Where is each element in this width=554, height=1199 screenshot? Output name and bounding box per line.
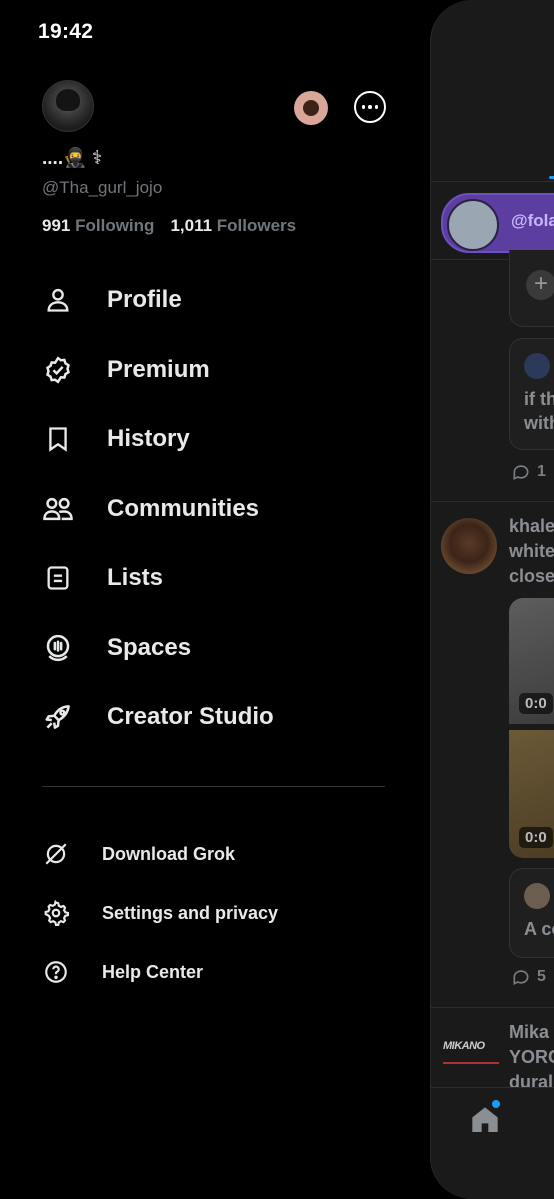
menu-item-label: Creator Studio [107, 703, 274, 730]
tweet-text: YORC [509, 1047, 554, 1067]
menu-item-label: Spaces [107, 634, 192, 661]
menu-item-label: Download Grok [102, 843, 236, 864]
quoted-text: with [524, 413, 554, 433]
menu-item-communities[interactable]: Communities [42, 484, 259, 534]
menu-divider [42, 786, 385, 787]
people-icon [42, 493, 74, 525]
timeline-divider [431, 1007, 554, 1008]
user-handle[interactable]: @Tha_gurl_jojo [42, 178, 162, 198]
tweet-text: close [509, 566, 554, 586]
grok-icon [42, 840, 70, 868]
quoted-avatar [524, 353, 550, 379]
video-thumbnail[interactable]: 0:0 [509, 598, 554, 724]
rocket-icon [42, 701, 74, 733]
bookmark-icon [42, 423, 74, 455]
reply-count[interactable]: 1 [511, 462, 546, 482]
tweet-text: khale [509, 516, 554, 536]
menu-item-history[interactable]: History [42, 414, 190, 464]
verified-badge-icon [42, 354, 74, 386]
space-host-handle: @fola [511, 211, 554, 230]
timeline-divider [431, 181, 554, 182]
following-label: Following [75, 216, 155, 235]
menu-item-help-center[interactable]: Help Center [42, 955, 203, 989]
notification-dot [492, 1100, 500, 1108]
menu-item-profile[interactable]: Profile [42, 275, 182, 325]
tweet-avatar-logo[interactable]: MIKANO [443, 1040, 499, 1064]
menu-item-creator-studio[interactable]: Creator Studio [42, 692, 274, 742]
account-switcher-avatar[interactable] [294, 91, 328, 125]
display-name[interactable]: ....🥷 ⚕ [42, 146, 102, 170]
followers-count: 1,011 [170, 216, 213, 235]
quoted-tweet-card[interactable]: if th with [509, 338, 554, 450]
menu-item-spaces[interactable]: Spaces [42, 623, 191, 673]
timeline-overlay[interactable]: @fola + if th with 1 khale white close 0… [430, 0, 554, 1199]
person-icon [42, 284, 74, 316]
following-link[interactable]: 991 Following [42, 216, 154, 236]
menu-item-download-grok[interactable]: Download Grok [42, 837, 235, 871]
quoted-avatar [524, 883, 550, 909]
gear-icon [42, 899, 70, 927]
plus-icon: + [526, 270, 554, 300]
clock: 19:42 [38, 20, 94, 43]
microphone-icon [42, 632, 74, 664]
reply-icon [513, 465, 529, 481]
follow-stats: 991 Following 1,011 Followers [42, 216, 296, 236]
menu-item-label: Profile [107, 286, 182, 313]
video-thumbnail[interactable]: 0:0 [509, 730, 554, 858]
menu-item-lists[interactable]: Lists [42, 553, 163, 603]
home-icon[interactable] [469, 1104, 501, 1136]
menu-item-label: Settings and privacy [102, 902, 279, 923]
menu-item-label: Premium [107, 356, 210, 383]
live-space-pill[interactable]: @fola [441, 193, 554, 253]
reply-count-value: 5 [537, 968, 546, 985]
list-icon [42, 562, 74, 594]
tweet-text: Mika [509, 1022, 550, 1042]
more-options-button[interactable] [354, 91, 386, 123]
quoted-tweet-card[interactable]: A co [509, 868, 554, 958]
timeline-divider [431, 501, 554, 502]
profile-avatar[interactable] [42, 80, 94, 132]
followers-label: Followers [216, 216, 297, 235]
video-duration: 0:0 [519, 827, 553, 848]
add-media-card[interactable]: + [509, 250, 554, 327]
menu-item-settings[interactable]: Settings and privacy [42, 896, 278, 930]
menu-item-label: History [107, 425, 190, 452]
tab-indicator [549, 176, 554, 179]
space-host-avatar [447, 199, 499, 251]
quoted-text: if th [524, 389, 554, 409]
tweet-text: white [509, 541, 554, 561]
help-icon [42, 958, 70, 986]
menu-item-label: Help Center [102, 961, 204, 982]
reply-count-value: 1 [537, 463, 546, 480]
quoted-text: A co [524, 919, 554, 939]
menu-item-premium[interactable]: Premium [42, 345, 210, 395]
followers-link[interactable]: 1,011 Followers [170, 216, 296, 236]
following-count: 991 [42, 216, 71, 235]
menu-item-label: Lists [107, 564, 164, 591]
reply-icon [513, 970, 529, 986]
video-duration: 0:0 [519, 693, 553, 714]
tweet-avatar[interactable] [441, 518, 497, 574]
menu-item-label: Communities [107, 495, 260, 522]
reply-count[interactable]: 5 [511, 967, 546, 987]
